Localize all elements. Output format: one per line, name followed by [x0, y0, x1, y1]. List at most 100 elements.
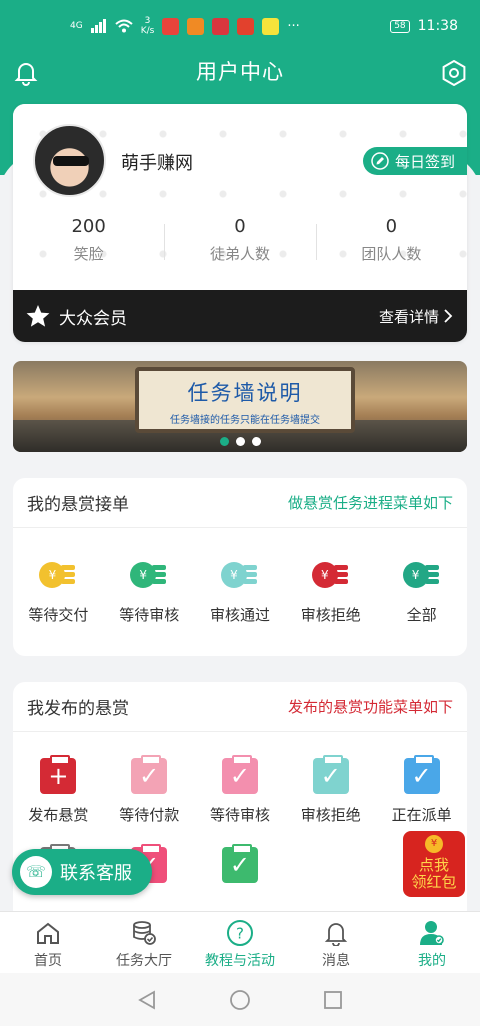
coin-stack-icon: ¥ — [311, 556, 350, 594]
avatar[interactable] — [33, 124, 106, 197]
post-menu-label: 正在派单 — [391, 806, 452, 824]
member-bar[interactable]: 大众会员 查看详情 — [13, 290, 467, 342]
settings-icon[interactable] — [441, 60, 467, 86]
order-status-item[interactable]: ¥ 等待交付 — [13, 556, 104, 625]
system-nav-bar — [0, 973, 480, 1026]
bell-icon — [324, 923, 348, 946]
posts-grid: + 发布悬赏 ✓ 等待付款 ✓ 等待审核 ✓ 审核拒绝 ✓ 正在派单 — [13, 732, 467, 825]
post-menu-item[interactable]: ✓ 等待付款 — [104, 755, 195, 825]
user-icon — [420, 921, 444, 945]
chevron-right-icon — [444, 309, 453, 323]
post-menu-label: 发布悬赏 — [28, 806, 89, 824]
stat-label: 徒弟人数 — [209, 245, 270, 263]
red-packet-button[interactable]: ¥ 点我 领红包 — [403, 831, 465, 897]
tab-label: 首页 — [34, 953, 62, 969]
username: 萌手赚网 — [121, 153, 193, 174]
contact-label: 联系客服 — [60, 863, 132, 884]
member-details-label: 查看详情 — [378, 307, 439, 326]
pagination-dot[interactable] — [251, 437, 261, 446]
app-notification-icon — [262, 17, 280, 35]
card-hint: 发布的悬赏功能菜单如下 — [287, 698, 453, 716]
order-status-label: 全部 — [406, 606, 437, 624]
headset-icon: ☏ — [20, 856, 52, 888]
tab-mine[interactable]: 我的 — [384, 912, 480, 973]
stat-value: 200 — [71, 216, 106, 237]
order-status-item[interactable]: ¥ 审核拒绝 — [285, 556, 376, 625]
yuan-seal-icon: ¥ — [425, 835, 443, 853]
checkin-label: 每日签到 — [394, 152, 455, 171]
order-status-item[interactable]: ¥ 全部 — [376, 556, 467, 625]
app-notification-icon — [237, 17, 255, 35]
tab-messages[interactable]: 消息 — [288, 912, 384, 973]
post-menu-item[interactable]: ✓ 审核拒绝 — [285, 755, 376, 825]
contact-support-button[interactable]: ☏ 联系客服 — [12, 849, 152, 895]
network-indicator: 4G — [70, 21, 83, 31]
order-status-label: 审核拒绝 — [300, 606, 361, 624]
add-clipboard-icon: + — [40, 755, 77, 794]
help-icon: ? — [227, 920, 253, 946]
post-menu-item[interactable]: ✓ — [195, 844, 286, 883]
signal-icon — [90, 19, 106, 33]
post-menu-label: 等待付款 — [119, 806, 180, 824]
my-orders-card: 我的悬赏接单 做悬赏任务进程菜单如下 ¥ 等待交付 ¥ 等待审核 ¥ 审核通过 ¥ 审核拒绝 ¥… — [13, 478, 467, 656]
card-title: 我发布的悬赏 — [27, 699, 129, 719]
card-header: 我发布的悬赏 发布的悬赏功能菜单如下 — [13, 682, 467, 732]
app-notification-icon — [212, 17, 230, 35]
home-circle-icon[interactable] — [229, 989, 251, 1011]
stat-value: 0 — [234, 216, 246, 237]
tab-label: 任务大厅 — [116, 953, 172, 969]
pagination-dot[interactable] — [219, 437, 229, 446]
home-icon — [37, 922, 59, 944]
wifi-icon — [115, 19, 133, 33]
stat-apprentices[interactable]: 0 徒弟人数 — [164, 216, 315, 264]
status-bar: 4G 3 K/s ··· 58 11:38 — [0, 0, 480, 52]
star-icon — [26, 305, 50, 327]
post-menu-item[interactable]: ✓ 正在派单 — [376, 755, 467, 825]
red-packet-line2: 领红包 — [411, 873, 457, 891]
page-title: 用户中心 — [196, 60, 284, 84]
promo-banner[interactable]: 任务墙说明 任务墙接的任务只能在任务墙提交 — [13, 361, 467, 452]
order-status-label: 等待审核 — [119, 606, 180, 624]
member-details-link[interactable]: 查看详情 — [379, 306, 453, 327]
coin-stack-icon: ¥ — [39, 556, 77, 594]
post-menu-label: 审核拒绝 — [300, 806, 361, 824]
banner-pagination — [13, 437, 467, 446]
stat-label: 团队人数 — [361, 245, 422, 263]
tab-home[interactable]: 首页 — [0, 912, 96, 973]
tab-label: 教程与活动 — [205, 953, 275, 969]
stat-smiles[interactable]: 200 笑脸 — [13, 216, 164, 264]
card-header: 我的悬赏接单 做悬赏任务进程菜单如下 — [13, 478, 467, 528]
post-menu-item[interactable]: + 发布悬赏 — [13, 755, 104, 825]
banner-subtitle: 任务墙接的任务只能在任务墙提交 — [170, 415, 320, 426]
card-hint: 做悬赏任务进程菜单如下 — [287, 494, 453, 512]
clipboard-check-icon: ✓ — [312, 755, 349, 794]
coin-stack-icon: ¥ — [220, 556, 259, 594]
recents-icon[interactable] — [322, 989, 344, 1011]
app-notification-icon — [162, 17, 180, 35]
stat-value: 0 — [385, 216, 398, 237]
profile-upper: 萌手赚网 每日签到 200 笑脸 0 徒弟人数 0 团队人数 — [13, 104, 467, 290]
coin-stack-icon: ¥ — [402, 556, 441, 594]
stat-team[interactable]: 0 团队人数 — [315, 216, 467, 264]
pagination-dot[interactable] — [235, 437, 245, 446]
edit-icon — [371, 152, 389, 170]
order-status-label: 审核通过 — [209, 606, 270, 624]
clipboard-check-icon: ✓ — [403, 755, 440, 794]
coins-icon — [133, 921, 156, 945]
orders-grid: ¥ 等待交付 ¥ 等待审核 ¥ 审核通过 ¥ 审核拒绝 ¥ 全部 — [13, 528, 467, 625]
daily-checkin-button[interactable]: 每日签到 — [362, 147, 467, 175]
order-status-item[interactable]: ¥ 审核通过 — [195, 556, 286, 625]
back-icon[interactable] — [136, 989, 158, 1011]
stat-label: 笑脸 — [73, 245, 104, 263]
post-menu-item[interactable]: ✓ 等待审核 — [195, 755, 286, 825]
bottom-tab-bar: 首页 任务大厅 ? 教程与活动 消息 我的 — [0, 911, 480, 973]
banner-board: 任务墙说明 任务墙接的任务只能在任务墙提交 — [135, 367, 355, 433]
more-notifications: ··· — [287, 18, 300, 34]
profile-stats: 200 笑脸 0 徒弟人数 0 团队人数 — [13, 216, 467, 264]
tab-tutorials[interactable]: ? 教程与活动 — [192, 912, 288, 973]
tab-label: 我的 — [418, 953, 446, 969]
svg-text:?: ? — [236, 925, 244, 943]
card-title: 我的悬赏接单 — [27, 495, 129, 515]
tab-task-hall[interactable]: 任务大厅 — [96, 912, 192, 973]
order-status-item[interactable]: ¥ 等待审核 — [104, 556, 195, 625]
